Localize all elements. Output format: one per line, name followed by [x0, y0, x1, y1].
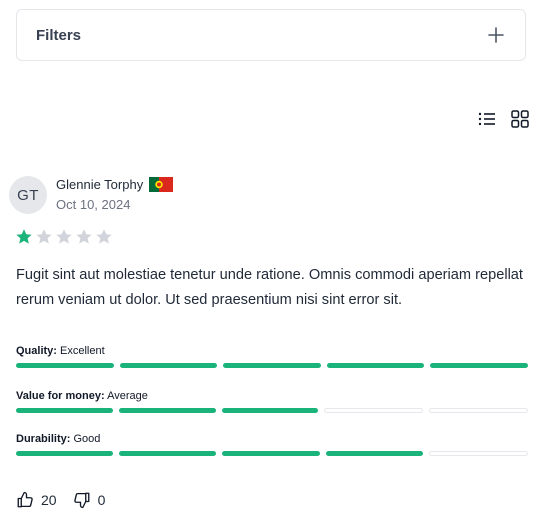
- rating-label: Quality: Excellent: [16, 344, 528, 359]
- rating-value: Excellent: [60, 345, 105, 357]
- grid-view-button[interactable]: [510, 109, 530, 129]
- list-view-button[interactable]: [477, 109, 497, 129]
- rating-value: Average: [107, 390, 148, 402]
- rating-segment-empty: [428, 451, 529, 456]
- view-toggles: [477, 109, 530, 129]
- portugal-flag-icon: [149, 177, 174, 192]
- rating-segment-filled: [119, 363, 218, 368]
- rating-segment-filled: [325, 451, 423, 456]
- star-empty-icon: [56, 229, 72, 244]
- review-author-row: Glennie Torphy: [56, 177, 174, 192]
- review-date: Oct 10, 2024: [56, 197, 131, 212]
- helpful-button[interactable]: 20: [16, 491, 57, 509]
- rating-segment-filled: [119, 451, 217, 456]
- star-empty-icon: [36, 229, 52, 244]
- author-name: Glennie Torphy: [56, 177, 144, 192]
- rating-segment-filled: [223, 363, 321, 368]
- rating-bar: [16, 408, 528, 413]
- rating-durability: Durability: Good: [16, 432, 529, 456]
- rating-bar: [16, 451, 529, 456]
- star-empty-icon: [96, 229, 112, 244]
- filters-toggle[interactable]: Filters: [16, 9, 526, 61]
- rating-segment-filled: [430, 363, 528, 368]
- list-view-icon: [478, 112, 495, 126]
- plus-icon[interactable]: [487, 26, 505, 44]
- unhelpful-button[interactable]: 0: [73, 491, 106, 509]
- rating-segment-filled: [221, 408, 319, 413]
- grid-view-icon: [511, 110, 529, 128]
- star-rating: [15, 228, 113, 246]
- unhelpful-count: 0: [97, 492, 106, 508]
- review-votes: 20 0: [16, 491, 105, 509]
- rating-segment-filled: [118, 408, 216, 413]
- rating-segment-empty: [429, 408, 528, 413]
- rating-segment-filled: [222, 451, 320, 456]
- thumbs-down-icon: [73, 492, 90, 509]
- rating-label: Value for money: Average: [16, 389, 528, 404]
- rating-quality: Quality: Excellent: [16, 344, 528, 368]
- rating-segment-filled: [16, 451, 114, 456]
- review-text: Fugit sint aut molestiae tenetur unde ra…: [16, 267, 523, 308]
- rating-segment-empty: [324, 408, 424, 413]
- star-filled-icon: [16, 229, 32, 244]
- rating-label: Durability: Good: [16, 432, 528, 447]
- rating-segment-filled: [16, 363, 114, 368]
- rating-bar: [16, 363, 528, 368]
- helpful-count: 20: [41, 492, 57, 508]
- rating-segment-filled: [326, 363, 425, 368]
- avatar: GT: [9, 176, 47, 214]
- star-empty-icon: [76, 229, 92, 244]
- rating-segment-filled: [16, 408, 113, 413]
- rating-value: Good: [73, 433, 101, 445]
- filters-label: Filters: [36, 26, 82, 44]
- rating-value-for-money: Value for money: Average: [16, 389, 528, 413]
- rating-name: Quality:: [16, 345, 57, 357]
- rating-name: Value for money:: [16, 390, 105, 402]
- rating-name: Durability:: [16, 433, 71, 445]
- thumbs-up-icon: [17, 491, 33, 508]
